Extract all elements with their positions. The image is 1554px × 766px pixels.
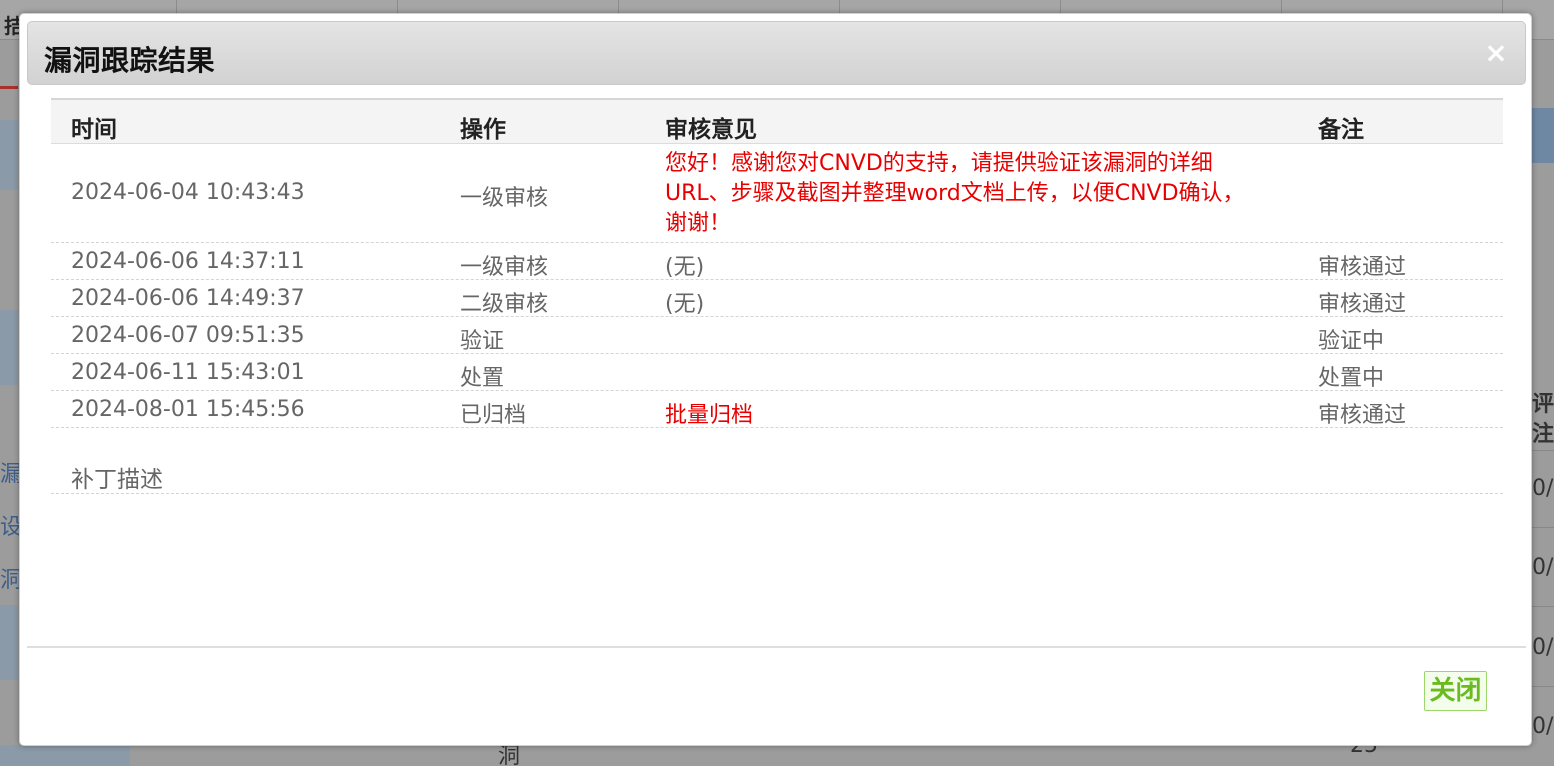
row-operation: 已归档	[460, 403, 527, 428]
row-time: 2024-06-04 10:43:43	[71, 180, 305, 205]
row-note: 审核通过	[1318, 255, 1407, 280]
row-time: 2024-06-07 09:51:35	[71, 323, 305, 348]
column-header-note: 备注	[1318, 117, 1364, 143]
background-right-panel	[1532, 108, 1554, 163]
background-row-divider	[1532, 606, 1554, 607]
background-row-divider	[1532, 450, 1554, 451]
column-header-time: 时间	[71, 117, 117, 143]
background-left-block	[0, 310, 18, 385]
background-left-block	[0, 605, 18, 680]
row-operation: 一级审核	[460, 186, 549, 211]
row-opinion: (无)	[665, 292, 705, 317]
row-opinion: 您好！感谢您对CNVD的支持，请提供验证该漏洞的详细URL、步骤及截图并整理wo…	[665, 151, 1245, 236]
dialog-title: 漏洞跟踪结果	[44, 44, 216, 77]
background-right-text: 0/0	[1532, 714, 1554, 739]
close-button[interactable]: 关闭	[1424, 671, 1487, 711]
row-time: 2024-06-06 14:49:37	[71, 286, 305, 311]
background-right-text: 0/0	[1532, 555, 1554, 580]
row-operation: 一级审核	[460, 255, 549, 280]
table-row: 2024-06-06 14:37:11 一级审核 (无) 审核通过	[51, 243, 1503, 280]
row-operation: 二级审核	[460, 292, 549, 317]
row-note: 验证中	[1318, 329, 1385, 354]
row-opinion: 批量归档	[665, 403, 754, 428]
table-row: 2024-06-04 10:43:43 一级审核 您好！感谢您对CNVD的支持，…	[51, 144, 1503, 243]
dialog-header: 漏洞跟踪结果 ×	[27, 21, 1526, 85]
row-time: 2024-06-06 14:37:11	[71, 249, 305, 274]
table-row: 2024-06-11 15:43:01 处置 处置中	[51, 354, 1503, 391]
row-time: 2024-06-11 15:43:01	[71, 360, 305, 385]
tracking-table: 时间 操作 审核意见 备注 2024-06-04 10:43:43 一级审核 您…	[51, 98, 1503, 494]
background-left-block	[0, 120, 18, 190]
row-note: 审核通过	[1318, 403, 1407, 428]
background-right-text: 0/0	[1532, 476, 1554, 501]
table-header: 时间 操作 审核意见 备注	[51, 98, 1503, 144]
patch-description-label: 补丁描述	[71, 467, 163, 493]
column-header-operation: 操作	[460, 117, 506, 143]
footer-divider	[27, 646, 1526, 648]
background-row-divider	[1532, 686, 1554, 687]
close-icon[interactable]: ×	[1483, 39, 1509, 67]
row-note: 处置中	[1318, 366, 1385, 391]
table-row: 2024-06-06 14:49:37 二级审核 (无) 审核通过	[51, 280, 1503, 317]
patch-description-row: 补丁描述	[51, 428, 1503, 494]
background-accent-line	[0, 86, 18, 89]
row-time: 2024-08-01 15:45:56	[71, 397, 305, 422]
table-row: 2024-06-07 09:51:35 验证 验证中	[51, 317, 1503, 354]
row-operation: 验证	[460, 329, 505, 354]
row-opinion: (无)	[665, 255, 705, 280]
column-header-opinion: 审核意见	[665, 117, 757, 143]
row-operation: 处置	[460, 366, 505, 391]
tracking-result-dialog: 漏洞跟踪结果 × 时间 操作 审核意见 备注 2024-06-04 10:43:…	[19, 13, 1532, 746]
background-bottom-block	[0, 745, 130, 766]
background-row-divider	[1532, 527, 1554, 528]
background-right-text: 0/0	[1532, 635, 1554, 660]
background-right-text: 评	[1532, 392, 1554, 417]
table-row: 2024-08-01 15:45:56 已归档 批量归档 审核通过	[51, 391, 1503, 428]
background-right-text: 注	[1532, 422, 1554, 447]
row-note: 审核通过	[1318, 292, 1407, 317]
